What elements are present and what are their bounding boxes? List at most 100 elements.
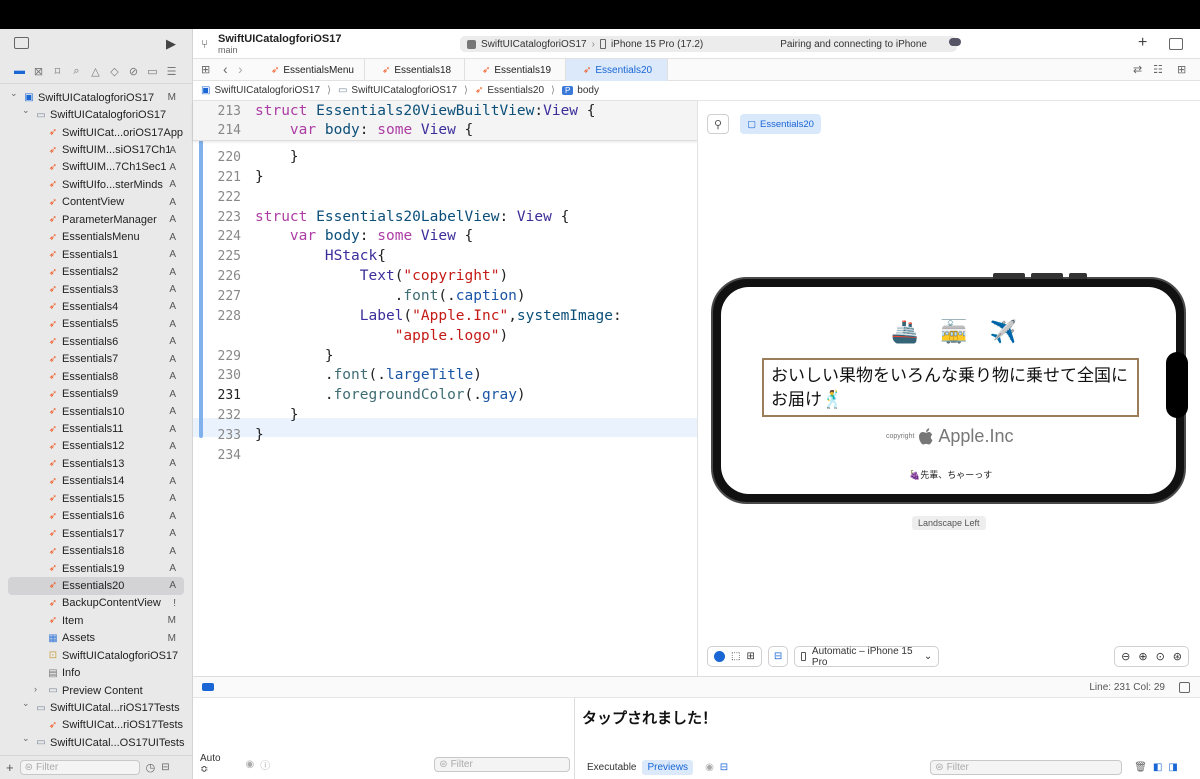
breakpoint-icon[interactable]: ▭ <box>145 64 160 79</box>
variables-filter-input[interactable]: ⊜ Filter <box>434 756 570 772</box>
sidebar-group[interactable]: ⌄ ▭ SwiftUICatal...OS17UITests <box>0 733 192 751</box>
code-line[interactable]: } <box>255 169 264 185</box>
sidebar-item[interactable]: ➶ SwiftUIM...siOS17Ch1 A <box>0 141 192 158</box>
scheme-selector[interactable]: SwiftUICatalogforiOS17 › iPhone 15 Pro (… <box>460 36 957 52</box>
debug-area-hide-icon[interactable] <box>1179 682 1190 693</box>
code-line[interactable]: "apple.logo") <box>255 328 509 344</box>
selectable-icon[interactable]: ⬚ <box>731 651 740 662</box>
sidebar-item[interactable]: ➶ BackupContentView! <box>0 595 192 612</box>
sidebar-item[interactable]: ➶ Essentials10 A <box>0 403 192 420</box>
chevron-down-icon[interactable]: ⌄ <box>22 698 32 709</box>
sidebar-item[interactable]: ➶ Item M <box>0 612 192 629</box>
jumpbar-item[interactable]: Essentials20 <box>487 85 544 96</box>
executable-tab[interactable]: Executable <box>587 762 636 773</box>
zoom-out-icon[interactable]: ⊖ <box>1121 650 1130 663</box>
code-editor[interactable]: 220 } 221} 222 223 struct Essentials20LabelV… <box>193 101 697 676</box>
sidebar-filter-input[interactable]: ⊜ Filter <box>19 760 140 775</box>
console-filter-input[interactable]: ⊜ Filter <box>930 760 1123 775</box>
jumpbar-item[interactable]: SwiftUICatalogforiOS17 <box>214 85 320 96</box>
code-line[interactable]: struct Essentials20LabelView: View { <box>255 209 569 225</box>
debug-area-toggle-icon[interactable] <box>202 683 214 691</box>
code-line[interactable]: HStack{ <box>255 248 386 264</box>
sort-icon[interactable]: ⊟ <box>161 762 169 773</box>
sidebar-group[interactable]: › ▭ Preview Content <box>0 682 192 699</box>
sidebar-item[interactable]: ➶ SwiftUIfo...sterMinds A <box>0 176 192 193</box>
trash-icon[interactable]: 🗑 <box>1134 762 1147 773</box>
previews-tab[interactable]: Previews <box>642 760 694 775</box>
grid-icon[interactable]: ⊞ <box>201 63 210 76</box>
code-line[interactable]: .font(.caption) <box>255 288 526 304</box>
tab-essentials20[interactable]: ➶ Essentials20 <box>566 59 668 81</box>
code-line[interactable]: Label("Apple.Inc",systemImage: <box>255 308 622 324</box>
warning-icon[interactable]: △ <box>88 64 103 79</box>
auto-selector[interactable]: Auto ≎ <box>200 753 231 775</box>
sidebar-item[interactable]: ▦ Assets M <box>0 630 192 647</box>
tab-essentialsmenu[interactable]: ➶ EssentialsMenu <box>255 59 365 81</box>
back-icon[interactable]: ‹ <box>223 61 228 77</box>
code-line[interactable]: Text("copyright") <box>255 268 508 284</box>
preview-mode-selector[interactable]: ⬚ ⊞ <box>707 646 762 667</box>
sidebar-item[interactable]: ➶ ParameterManager A <box>0 211 192 228</box>
sidebar-item[interactable]: ➶ Essentials8 A <box>0 368 192 385</box>
inspector-toggle-icon[interactable] <box>1169 38 1183 50</box>
sidebar-item[interactable]: ➶ Essentials5 A <box>0 316 192 333</box>
code-line[interactable]: struct Essentials20ViewBuiltView:View { <box>255 103 596 119</box>
sidebar-item[interactable]: ➶ Essentials11 A <box>0 420 192 437</box>
sidebar-item[interactable]: ➶ SwiftUIM...7Ch1Sec1 A <box>0 159 192 176</box>
zoom-in-icon[interactable]: ⊕ <box>1138 650 1147 663</box>
split-right-icon[interactable]: ◨ <box>1168 762 1177 773</box>
jumpbar-item[interactable]: body <box>577 85 599 96</box>
find-icon[interactable]: ⌕ <box>69 64 84 79</box>
code-line[interactable]: } <box>255 407 299 423</box>
jumpbar-item[interactable]: SwiftUICatalogforiOS17 <box>351 85 457 96</box>
eye-icon[interactable]: ◉ <box>705 762 714 773</box>
debug-icon[interactable]: ⊘ <box>126 64 141 79</box>
sidebar-item[interactable]: ➶ Essentials9 A <box>0 385 192 402</box>
forward-icon[interactable]: › <box>238 61 243 77</box>
sidebar-item[interactable]: ➶ SwiftUICat...oriOS17App <box>0 124 192 141</box>
sidebar-item[interactable]: ➶ Essentials15 A <box>0 490 192 507</box>
sidebar-item[interactable]: ➶ Essentials19 A <box>0 560 192 577</box>
sidebar-item[interactable]: ➶ Essentials16 A <box>0 508 192 525</box>
sidebar-item[interactable]: ➶ Essentials4 A <box>0 298 192 315</box>
sticky-scope-header[interactable]: 213 struct Essentials20ViewBuiltView:View… <box>193 101 697 141</box>
tab-essentials18[interactable]: ➶ Essentials18 <box>365 59 465 81</box>
code-line[interactable]: .foregroundColor(.gray) <box>255 387 526 403</box>
zoom-100-icon[interactable]: ⊙ <box>1156 650 1165 663</box>
sidebar-item[interactable]: ➶ Essentials14 A <box>0 473 192 490</box>
sidebar-item[interactable]: ➶ ContentView A <box>0 194 192 211</box>
variants-icon[interactable]: ⊞ <box>746 651 754 662</box>
sidebar-item[interactable]: ➶ SwiftUICat...riOS17Tests <box>0 717 192 734</box>
live-play-icon[interactable] <box>714 651 725 662</box>
sidebar-item[interactable]: ➶ Essentials20 A <box>8 577 184 595</box>
sidebar-item[interactable]: ➶ Essentials13 A <box>0 455 192 472</box>
report-icon[interactable]: ☰ <box>164 64 179 79</box>
sidebar-item[interactable]: ➶ Essentials18 A <box>0 542 192 559</box>
code-line[interactable]: var body: some View { <box>255 228 473 244</box>
sidebar-item[interactable]: ➶ Essentials17 A <box>0 525 192 542</box>
code-line[interactable]: .font(.largeTitle) <box>255 367 482 383</box>
zoom-fit-icon[interactable]: ⊛ <box>1173 650 1182 663</box>
sidebar-group[interactable]: ⌄ ▣ SwiftUICatalogforiOS17 M <box>0 88 192 106</box>
sidebar-item[interactable]: ➶ Essentials6 A <box>0 333 192 350</box>
run-icon[interactable]: ▶ <box>166 36 176 52</box>
recent-icon[interactable]: ◷ <box>146 761 156 774</box>
device-settings-button[interactable]: ⊟ <box>767 646 789 667</box>
device-menu[interactable]: Automatic – iPhone 15 Pro ⌄ <box>794 646 940 668</box>
sidebar-group[interactable]: ⌄ ▭ SwiftUICatal...riOS17Tests <box>0 698 192 716</box>
tab-essentials19[interactable]: ➶ Essentials19 <box>465 59 566 81</box>
eye-icon[interactable]: ◉ <box>245 759 254 770</box>
chevron-down-icon[interactable]: ⌄ <box>22 105 32 116</box>
split-editor-icon[interactable]: ⊞ <box>1177 63 1186 76</box>
code-line[interactable]: var body: some View { <box>255 122 473 138</box>
sidebar-item[interactable]: ➶ Essentials2 A <box>0 263 192 280</box>
sidebar-item[interactable]: ➶ Essentials7 A <box>0 351 192 368</box>
split-left-icon[interactable]: ◧ <box>1153 762 1162 773</box>
chevron-down-icon[interactable]: ⌄ <box>22 733 32 744</box>
sidebar-item[interactable]: ▤ Info <box>0 664 192 681</box>
message-text[interactable]: おいしい果物をいろんな乗り物に乗せて全国にお届け🕺 <box>762 358 1139 417</box>
preview-chip[interactable]: ▢ Essentials20 <box>740 114 821 134</box>
code-line[interactable]: } <box>255 149 299 165</box>
sidebar-group[interactable]: ⌄ ▭ SwiftUICatalogforiOS17 <box>0 105 192 123</box>
folder-icon[interactable]: ▬ <box>12 64 27 79</box>
